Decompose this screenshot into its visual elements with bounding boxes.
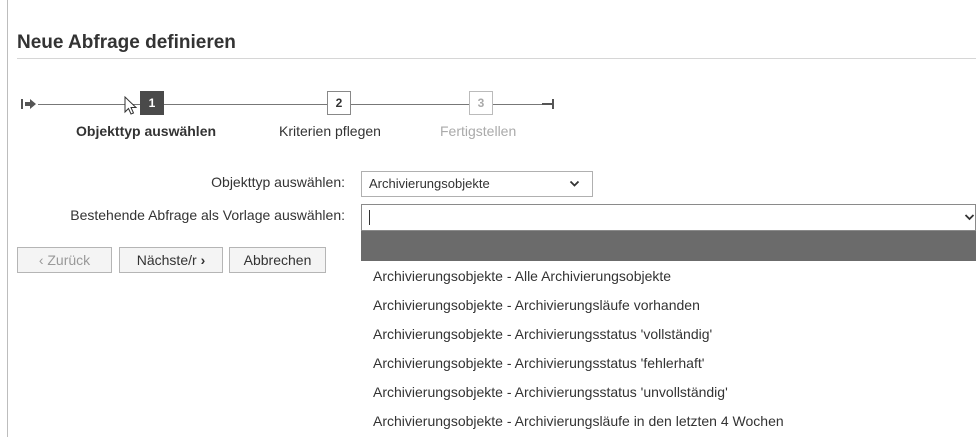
template-label: Bestehende Abfrage als Vorlage auswählen… [70,207,345,223]
wizard-step-2[interactable]: 2 [327,91,351,115]
dropdown-option[interactable]: Archivierungsobjekte - Archivierungsstat… [373,384,728,400]
wizard-step-1-label[interactable]: Objekttyp auswählen [76,123,216,139]
chevron-right-icon: › [200,252,206,268]
template-dropdown-list: Archivierungsobjekte - Alle Archivierung… [361,231,976,437]
wizard-connector [164,104,327,105]
object-type-label: Objekttyp auswählen: [211,174,345,190]
wizard-step-3: 3 [469,91,493,115]
object-type-value: Archivierungsobjekte [369,176,490,191]
wizard-step-2-label[interactable]: Kriterien pflegen [279,123,381,139]
wizard-start-icon [21,99,36,109]
template-combobox[interactable] [361,204,976,231]
wizard-connector [351,104,469,105]
wizard-end-icon [542,99,554,109]
object-type-select[interactable]: Archivierungsobjekte [361,171,593,197]
dropdown-option[interactable]: Archivierungsobjekte - Alle Archivierung… [373,268,671,284]
dropdown-option[interactable]: Archivierungsobjekte - Archivierungsläuf… [373,413,784,429]
chevron-down-icon[interactable] [964,205,975,230]
back-button[interactable]: ‹ Zurück [17,247,112,273]
dropdown-option[interactable]: Archivierungsobjekte - Archivierungsstat… [373,355,704,371]
mouse-pointer-icon [124,96,138,115]
chevron-down-icon [569,180,580,187]
wizard: 1 2 3 Objekttyp auswählen Kriterien pfle… [0,0,976,150]
next-button[interactable]: Nächste/r › [119,247,223,273]
dropdown-option[interactable]: Archivierungsobjekte - Archivierungsläuf… [373,297,700,313]
dropdown-option[interactable]: Archivierungsobjekte - Archivierungsstat… [373,326,712,342]
text-caret [369,210,370,225]
wizard-step-1[interactable]: 1 [140,91,164,115]
wizard-connector [493,104,543,105]
wizard-step-3-label: Fertigstellen [440,123,517,139]
cancel-button[interactable]: Abbrechen [229,247,326,273]
dropdown-empty-option[interactable] [361,231,976,261]
chevron-left-icon: ‹ [38,252,44,268]
